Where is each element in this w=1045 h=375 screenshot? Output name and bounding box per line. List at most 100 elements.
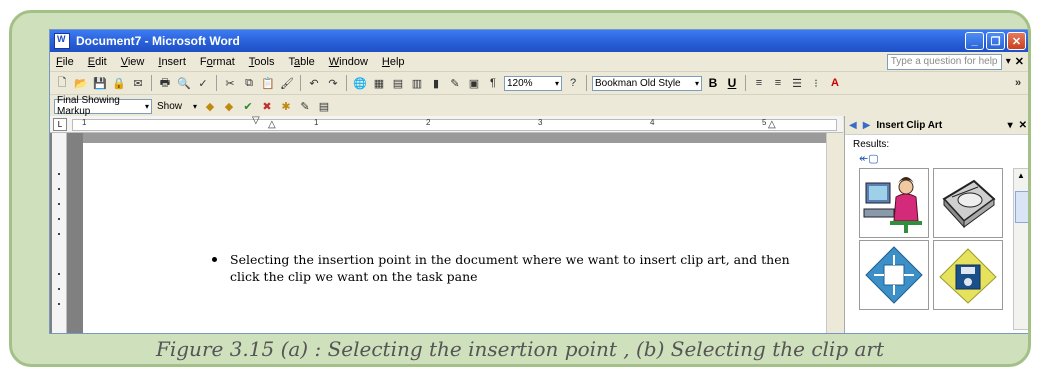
back-icon[interactable]: ◀ — [849, 120, 857, 131]
floppy-disk-icon — [939, 248, 997, 304]
word-window: Document7 - Microsoft Word _ ❐ ✕ File Ed… — [49, 29, 1028, 334]
horizontal-ruler: L 1 1 2 3 4 5 ▽ △ △ — [50, 115, 843, 133]
ask-question-input[interactable]: Type a question for help — [886, 53, 1002, 70]
cut-icon[interactable]: ✂ — [222, 75, 238, 91]
toolbar-separator — [586, 75, 587, 91]
copy-icon[interactable]: ⧉ — [241, 75, 257, 91]
pane-close-icon[interactable]: ✕ — [1019, 120, 1027, 131]
insert-table-icon[interactable]: ▤ — [390, 75, 406, 91]
menu-file[interactable]: File — [56, 56, 74, 68]
menu-edit[interactable]: Edit — [88, 56, 107, 68]
new-document-icon[interactable]: 🗋 — [54, 75, 70, 91]
zoom-select[interactable]: 120% ▾ — [504, 75, 562, 91]
bullet-text: Selecting the insertion point in the doc… — [230, 252, 790, 284]
zoom-value: 120% — [507, 77, 533, 89]
organize-clips-icon[interactable]: ↞▢ — [859, 152, 879, 165]
insert-excel-icon[interactable]: ▥ — [409, 75, 425, 91]
menu-format[interactable]: Format — [200, 56, 235, 68]
tables-borders-icon[interactable]: ▦ — [371, 75, 387, 91]
next-change-icon[interactable]: ◆ — [221, 98, 237, 114]
title-bar: Document7 - Microsoft Word _ ❐ ✕ — [50, 30, 1028, 52]
clip-floppy-disk[interactable] — [933, 240, 1003, 310]
print-icon[interactable]: 🖶 — [157, 75, 173, 91]
menu-insert[interactable]: Insert — [158, 56, 186, 68]
document-page[interactable] — [83, 133, 843, 333]
clip-disk-drive[interactable] — [933, 168, 1003, 238]
show-menu[interactable]: Show ▾ — [155, 99, 199, 114]
ruler-dot — [58, 218, 60, 220]
menu-help[interactable]: Help — [382, 56, 405, 68]
menu-view[interactable]: View — [121, 56, 145, 68]
ruler-dot — [58, 303, 60, 305]
first-line-indent-marker[interactable]: ▽ — [252, 115, 260, 126]
ruler-dot — [58, 288, 60, 290]
restore-button[interactable]: ❐ — [986, 32, 1005, 50]
scroll-thumb[interactable] — [1015, 191, 1028, 223]
insert-comment-icon[interactable]: ✱ — [278, 98, 294, 114]
minimize-button[interactable]: _ — [965, 32, 984, 50]
forward-icon[interactable]: ▶ — [863, 120, 871, 131]
ask-dropdown-icon[interactable]: ▾ — [1006, 56, 1011, 67]
reviewing-pane-icon[interactable]: ▤ — [316, 98, 332, 114]
hanging-indent-marker[interactable]: △ — [268, 119, 276, 130]
doc-close-icon[interactable]: ✕ — [1015, 55, 1024, 68]
bold-button[interactable]: B — [705, 76, 721, 90]
save-icon[interactable]: 💾 — [92, 75, 108, 91]
spelling-icon[interactable]: ✓ — [195, 75, 211, 91]
paste-icon[interactable]: 📋 — [260, 75, 276, 91]
menu-bar: File Edit View Insert Format Tools Table… — [50, 52, 1028, 72]
font-color-icon[interactable]: A — [827, 75, 843, 91]
close-button[interactable]: ✕ — [1007, 32, 1026, 50]
document-scrollbar[interactable] — [826, 133, 844, 333]
reject-change-icon[interactable]: ✖ — [259, 98, 275, 114]
print-preview-icon[interactable]: 🔍 — [176, 75, 192, 91]
tab-selector[interactable]: L — [53, 118, 67, 131]
help-icon[interactable]: ? — [565, 75, 581, 91]
toolbar-options-more[interactable]: » — [1010, 75, 1026, 91]
ruler-tick: 3 — [538, 118, 543, 127]
word-app-icon — [54, 33, 70, 49]
justify-icon[interactable]: ☰ — [789, 75, 805, 91]
display-markup-select[interactable]: Final Showing Markup ▾ — [54, 95, 152, 117]
toolbar-separator — [346, 75, 347, 91]
align-center-icon[interactable]: ≡ — [770, 75, 786, 91]
menu-window[interactable]: Window — [329, 56, 368, 68]
undo-icon[interactable]: ↶ — [306, 75, 322, 91]
clip-circuit-chip[interactable] — [859, 240, 929, 310]
pane-menu-icon[interactable]: ▾ — [1008, 120, 1013, 131]
format-painter-icon[interactable]: 🖌 — [279, 75, 295, 91]
open-icon[interactable]: 📂 — [73, 75, 89, 91]
previous-change-icon[interactable]: ◆ — [202, 98, 218, 114]
redo-icon[interactable]: ↷ — [325, 75, 341, 91]
clip-person-at-computer[interactable] — [859, 168, 929, 238]
hyperlink-icon[interactable]: 🌐 — [352, 75, 368, 91]
menu-table[interactable]: Table — [288, 56, 314, 68]
columns-icon[interactable]: ▮ — [428, 75, 444, 91]
align-left-icon[interactable]: ≡ — [751, 75, 767, 91]
figure-frame: Document7 - Microsoft Word _ ❐ ✕ File Ed… — [9, 10, 1031, 367]
bullet-paragraph[interactable]: Selecting the insertion point in the doc… — [212, 251, 790, 285]
email-icon[interactable]: ✉ — [130, 75, 146, 91]
reviewing-toolbar: Final Showing Markup ▾ Show ▾ ◆ ◆ ✔ ✖ ✱ … — [50, 95, 1028, 118]
pane-title: Insert Clip Art — [876, 119, 943, 131]
ruler-tick: 4 — [650, 118, 655, 127]
underline-button[interactable]: U — [724, 76, 740, 90]
permission-icon[interactable]: 🔒 — [111, 75, 127, 91]
person-at-computer-icon — [863, 177, 922, 233]
right-indent-marker[interactable]: △ — [768, 119, 776, 130]
bullets-icon[interactable]: ⁝ — [808, 75, 824, 91]
bullet-icon — [212, 257, 217, 262]
track-changes-icon[interactable]: ✎ — [297, 98, 313, 114]
chevron-down-icon: ▾ — [144, 101, 149, 111]
scroll-up-icon[interactable]: ▲ — [1017, 171, 1025, 180]
clip-results-scrollbar[interactable]: ▲ — [1013, 168, 1028, 330]
document-map-icon[interactable]: ▣ — [466, 75, 482, 91]
markup-value: Final Showing Markup — [57, 95, 120, 117]
font-select[interactable]: Bookman Old Style ▾ — [592, 75, 702, 91]
show-hide-icon[interactable]: ¶ — [485, 75, 501, 91]
ruler-tick: 5 — [762, 118, 767, 127]
drawing-icon[interactable]: ✎ — [447, 75, 463, 91]
chevron-down-icon: ▾ — [554, 78, 559, 88]
accept-change-icon[interactable]: ✔ — [240, 98, 256, 114]
menu-tools[interactable]: Tools — [249, 56, 275, 68]
